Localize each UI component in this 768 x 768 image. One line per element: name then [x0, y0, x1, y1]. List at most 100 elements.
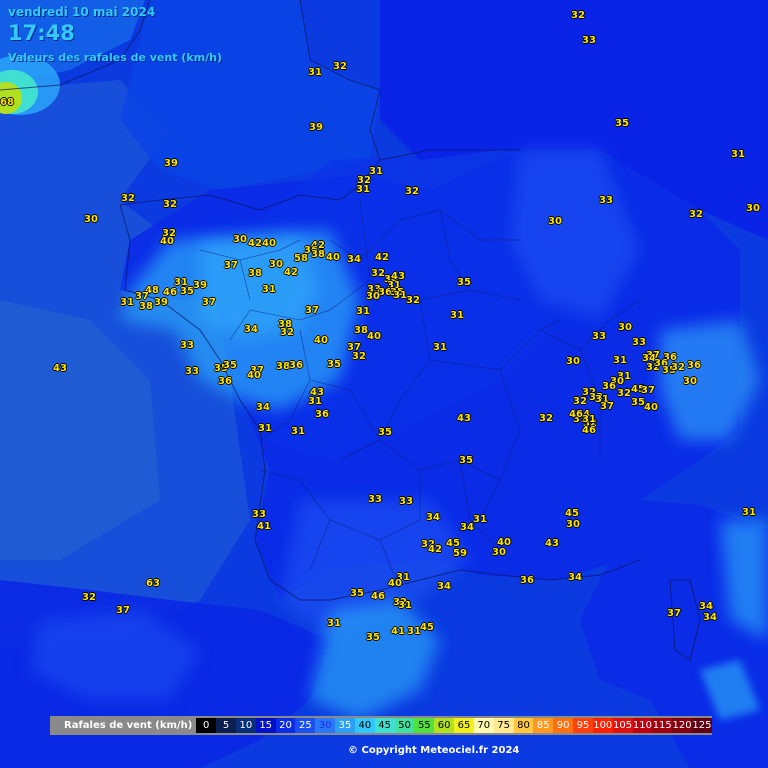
station-value: 38 [354, 325, 368, 336]
station-value: 43 [53, 363, 67, 374]
station-value: 40 [644, 402, 658, 413]
station-value: 37 [202, 297, 216, 308]
station-value: 35 [366, 632, 380, 643]
station-value: 36 [602, 381, 616, 392]
legend-swatch: 115 [652, 718, 673, 733]
station-value: 30 [566, 519, 580, 530]
station-value: 45 [420, 622, 434, 633]
station-value: 38 [248, 268, 262, 279]
station-value: 40 [388, 578, 402, 589]
station-value: 45 [565, 508, 579, 519]
station-value: 31 [356, 184, 370, 195]
copyright: © Copyright Meteociel.fr 2024 [348, 745, 520, 756]
station-value: 30 [269, 259, 283, 270]
station-value: 34 [256, 402, 270, 413]
station-value: 37 [116, 605, 130, 616]
station-value: 42 [284, 267, 298, 278]
legend-swatch: 45 [374, 718, 395, 733]
station-value: 33 [632, 337, 646, 348]
station-value: 31 [120, 297, 134, 308]
legend-swatch: 55 [414, 718, 435, 733]
station-value: 35 [631, 397, 645, 408]
station-value: 39 [309, 122, 323, 133]
station-value: 34 [437, 581, 451, 592]
legend-swatch: 120 [672, 718, 692, 733]
station-value: 31 [742, 507, 756, 518]
station-value: 40 [262, 238, 276, 249]
station-value: 37 [224, 260, 238, 271]
station-value: 31 [308, 67, 322, 78]
station-value: 36 [289, 360, 303, 371]
legend-swatch: 10 [235, 718, 256, 733]
station-value: 32 [371, 268, 385, 279]
station-value: 32 [405, 186, 419, 197]
station-value: 46 [371, 591, 385, 602]
map-background [0, 0, 768, 768]
station-value: 33 [185, 366, 199, 377]
station-value: 30 [366, 291, 380, 302]
station-value: 35 [350, 588, 364, 599]
station-value: 46 [569, 409, 583, 420]
legend-swatch: 20 [275, 718, 296, 733]
legend-swatch: 85 [533, 718, 554, 733]
station-value: 40 [367, 331, 381, 342]
legend-scale: 0 5 10 15 20 25 30 35 40 45 50 55 60 65 70 75 80 85 90 95 10… [196, 718, 712, 733]
legend-swatch: 40 [354, 718, 375, 733]
station-value: 31 [369, 166, 383, 177]
station-value: 33 [399, 496, 413, 507]
station-value: 31 [473, 514, 487, 525]
legend-swatch: 70 [473, 718, 494, 733]
station-value: 34 [568, 572, 582, 583]
station-value: 34 [699, 601, 713, 612]
station-value: 30 [492, 547, 506, 558]
map-time: 17:48 [8, 21, 75, 45]
legend-swatch: 30 [315, 718, 336, 733]
station-value: 31 [327, 618, 341, 629]
station-value: 32 [82, 592, 96, 603]
station-value: 37 [667, 608, 681, 619]
station-value: 36 [218, 376, 232, 387]
station-value: 31 [731, 149, 745, 160]
station-value: 38 [276, 361, 290, 372]
station-value: 32 [539, 413, 553, 424]
station-value: 31 [258, 423, 272, 434]
station-value: 39 [193, 280, 207, 291]
station-value: 31 [407, 626, 421, 637]
legend-swatch: 80 [513, 718, 534, 733]
station-value: 42 [248, 238, 262, 249]
station-value: 31 [613, 355, 627, 366]
station-value: 34 [460, 522, 474, 533]
station-value: 31 [262, 284, 276, 295]
station-value: 30 [84, 214, 98, 225]
station-value: 32 [352, 351, 366, 362]
station-value: 33 [599, 195, 613, 206]
station-value: 32 [689, 209, 703, 220]
station-value: 63 [146, 578, 160, 589]
legend-swatch: 110 [632, 718, 653, 733]
station-value: 37 [305, 305, 319, 316]
station-value: 32 [573, 396, 587, 407]
station-value: 34 [703, 612, 717, 623]
station-value: 40 [326, 252, 340, 263]
station-value: 35 [459, 455, 473, 466]
station-value: 32 [163, 199, 177, 210]
legend-title: Rafales de vent (km/h) [64, 720, 193, 731]
station-value: 40 [314, 335, 328, 346]
legend-swatch: 25 [295, 718, 316, 733]
station-value: 68 [0, 97, 14, 108]
station-value: 36 [520, 575, 534, 586]
station-value: 31 [291, 426, 305, 437]
station-value: 40 [247, 370, 261, 381]
gust-legend: Rafales de vent (km/h) 0 5 10 15 20 25 30 35 40 4… [50, 716, 712, 735]
station-value: 41 [391, 626, 405, 637]
station-value: 59 [453, 548, 467, 559]
station-value: 33 [582, 35, 596, 46]
station-value: 30 [683, 376, 697, 387]
station-value: 46 [582, 425, 596, 436]
station-value: 30 [618, 322, 632, 333]
station-value: 35 [327, 359, 341, 370]
station-value: 30 [566, 356, 580, 367]
station-value: 31 [398, 600, 412, 611]
station-value: 39 [164, 158, 178, 169]
legend-swatch: 75 [493, 718, 514, 733]
